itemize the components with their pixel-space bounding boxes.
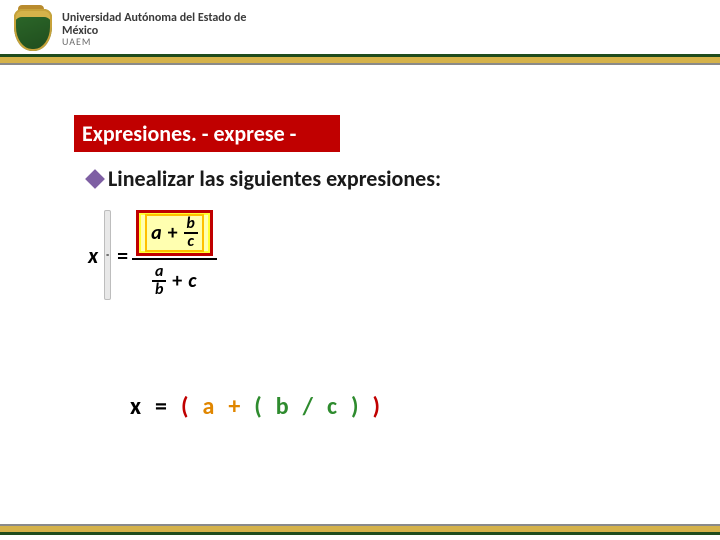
lin-token: b: [276, 392, 289, 421]
lin-token: (: [181, 392, 188, 421]
lin-token: ): [373, 392, 380, 421]
formula-equals: =: [117, 242, 128, 269]
formula-main-fraction: a + b c a b: [136, 210, 213, 300]
footer-rule-green: [0, 532, 720, 535]
linearized-expression: x = ( a + ( b / c)): [130, 392, 380, 421]
university-name: Universidad Autónoma del Estado de Méxic…: [62, 12, 267, 37]
den-frac-top: a: [155, 264, 163, 280]
slide-header: Universidad Autónoma del Estado de Méxic…: [0, 0, 720, 62]
den-small-fraction: a b: [152, 264, 166, 298]
lin-token: a: [202, 392, 214, 421]
den-c: c: [188, 269, 196, 293]
slide: Universidad Autónoma del Estado de Méxic…: [0, 0, 720, 540]
num-frac-top: b: [186, 216, 194, 232]
university-acronym: UAEM: [62, 37, 267, 48]
bullet-text: Linealizar las siguientes expresiones:: [108, 165, 441, 192]
lin-token: /: [303, 392, 313, 421]
header-rule-gray: [0, 63, 720, 65]
fraction-bar-icon: [132, 258, 217, 260]
equation-editor-icon: =: [104, 210, 111, 300]
lin-token: (: [254, 392, 261, 421]
num-a: a: [151, 221, 162, 245]
bullet-line: Linealizar las siguientes expresiones:: [88, 165, 441, 192]
section-title-box: Expresiones. - exprese -: [74, 115, 340, 152]
formula-lhs-var: x: [88, 242, 98, 269]
lin-token: x: [130, 392, 141, 421]
university-logo-block: Universidad Autónoma del Estado de Méxic…: [12, 6, 267, 54]
den-plus: +: [170, 269, 184, 293]
university-text: Universidad Autónoma del Estado de Méxic…: [62, 12, 267, 48]
section-title: Expresiones. - exprese -: [82, 120, 296, 147]
linearized-tokens: x = ( a + ( b / c)): [130, 392, 380, 421]
crest-icon: [12, 7, 54, 53]
num-plus: +: [166, 221, 180, 245]
formula-block: x = = a + b c: [88, 210, 213, 300]
num-small-fraction: b c: [184, 216, 198, 250]
lin-token: c: [327, 392, 337, 421]
num-frac-bot: c: [187, 234, 194, 250]
formula-denominator: a b + c: [136, 262, 213, 300]
lin-token: +: [228, 392, 240, 421]
formula-numerator: a + b c: [145, 214, 204, 252]
lin-token: =: [155, 392, 167, 421]
bullet-diamond-icon: [85, 169, 105, 189]
den-frac-bot: b: [155, 282, 163, 298]
lin-token: ): [351, 392, 358, 421]
formula-numerator-highlight: a + b c: [136, 210, 213, 256]
